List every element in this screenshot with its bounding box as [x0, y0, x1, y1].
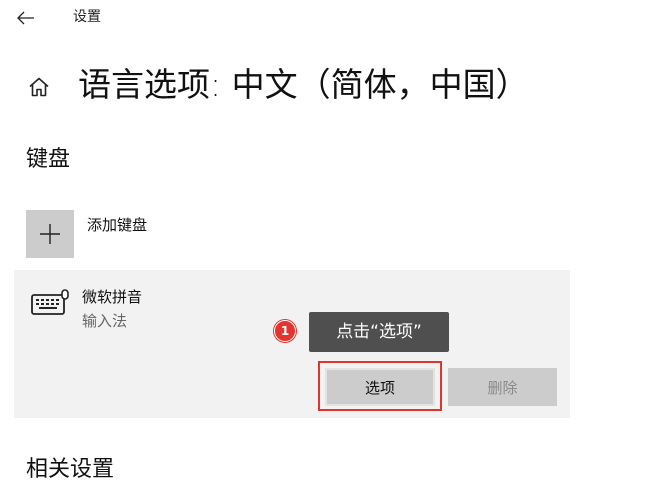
title-bar: 设置 [0, 0, 650, 36]
back-button[interactable] [14, 6, 38, 30]
add-keyboard-label: 添加键盘 [87, 216, 148, 234]
step-number-badge: 1 [274, 320, 296, 342]
add-keyboard-button[interactable]: 添加键盘 [26, 210, 286, 262]
keyboard-item-microsoft-pinyin[interactable]: 微软拼音 输入法 选项 删除 [14, 270, 570, 418]
keyboard-icon [31, 289, 69, 315]
section-title-related-settings: 相关设置 [26, 457, 115, 482]
section-title-keyboard: 键盘 [26, 147, 71, 172]
keyboard-type: 输入法 [82, 312, 128, 330]
options-button[interactable]: 选项 [325, 368, 435, 406]
home-icon[interactable] [27, 75, 51, 99]
instruction-tooltip: 点击“选项” [309, 312, 449, 352]
keyboard-name: 微软拼音 [82, 288, 143, 306]
back-arrow-icon [17, 11, 34, 25]
page-title: 语言选项: 中文（简体，中国） [78, 65, 529, 104]
add-keyboard-tile [26, 210, 74, 258]
delete-button: 删除 [448, 368, 557, 406]
plus-icon [40, 224, 60, 244]
app-title: 设置 [73, 9, 101, 25]
